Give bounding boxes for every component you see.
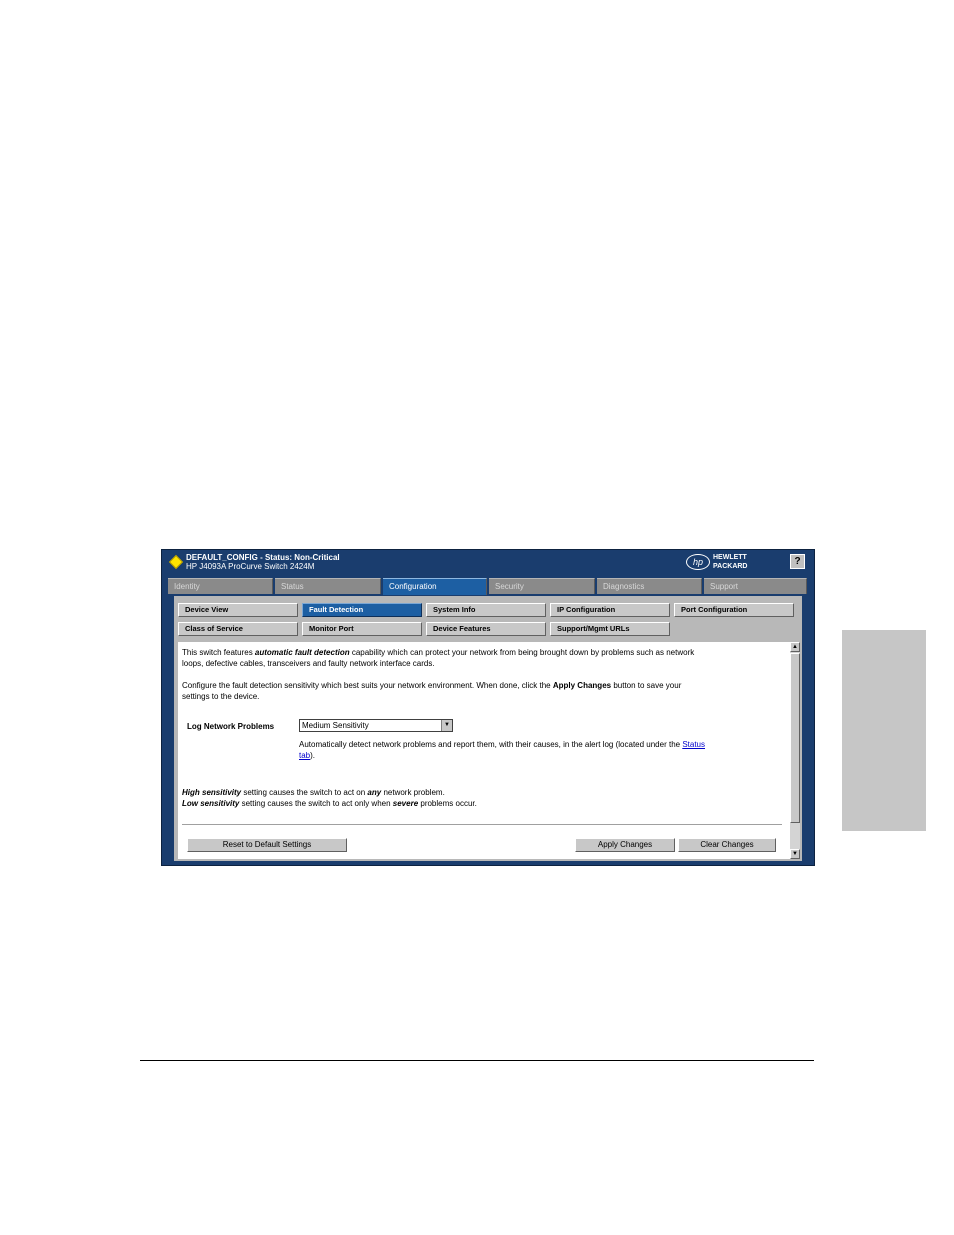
tab-configuration[interactable]: Configuration — [383, 578, 487, 595]
sensitivity-select[interactable]: Medium Sensitivity ▼ — [299, 719, 453, 732]
scrollbar-thumb[interactable] — [790, 653, 800, 823]
device-model-line: HP J4093A ProCurve Switch 2424M — [186, 562, 315, 571]
subtab-monitor-port[interactable]: Monitor Port — [302, 622, 422, 636]
tab-identity[interactable]: Identity — [168, 578, 273, 594]
help-text-start: Automatically detect network problems an… — [299, 740, 683, 749]
status-tab-link[interactable]: tab — [299, 751, 310, 760]
tab-security[interactable]: Security — [489, 578, 595, 594]
status-diamond-icon — [168, 554, 184, 570]
low-sensitivity-end: problems occur. — [418, 799, 477, 808]
page-side-tab — [842, 630, 926, 831]
subtab-device-features[interactable]: Device Features — [426, 622, 546, 636]
tab-diagnostics[interactable]: Diagnostics — [597, 578, 702, 594]
config-emphasis: Apply Changes — [552, 681, 612, 690]
clear-changes-button[interactable]: Clear Changes — [678, 838, 776, 852]
header-bar: DEFAULT_CONFIG - Status: Non-Critical HP… — [162, 550, 814, 578]
help-button[interactable]: ? — [790, 554, 805, 569]
scroll-up-arrow-icon[interactable]: ▲ — [790, 642, 800, 652]
brand-text: HEWLETT PACKARD — [713, 553, 747, 571]
intro-text-start: This switch features — [182, 648, 255, 657]
high-sensitivity-end: network problem. — [381, 788, 445, 797]
brand-line-1: HEWLETT — [713, 554, 747, 561]
intro-emphasis: automatic fault detection — [254, 648, 350, 657]
subtab-fault-detection[interactable]: Fault Detection — [302, 603, 422, 617]
subtab-system-info[interactable]: System Info — [426, 603, 546, 617]
log-network-problems-label: Log Network Problems — [187, 722, 275, 731]
status-link[interactable]: Status — [682, 740, 705, 749]
intro-text-line2: loops, defective cables, transceivers an… — [182, 659, 435, 668]
main-tabs: Identity Status Configuration Security D… — [168, 578, 814, 595]
reset-defaults-button[interactable]: Reset to Default Settings — [187, 838, 347, 852]
high-sensitivity-text: setting causes the switch to act on — [241, 788, 368, 797]
high-sensitivity-term: High sensitivity — [182, 788, 242, 797]
high-any-emphasis: any — [367, 788, 382, 797]
configuration-panel: Device View Fault Detection System Info … — [174, 596, 802, 861]
hp-logo-icon: hp — [686, 554, 710, 570]
config-paragraph: Configure the fault detection sensitivit… — [182, 680, 782, 702]
apply-changes-button[interactable]: Apply Changes — [575, 838, 675, 852]
config-text-end: button to save your — [611, 681, 682, 690]
dropdown-arrow-icon[interactable]: ▼ — [441, 720, 452, 731]
scroll-down-arrow-icon[interactable]: ▼ — [790, 849, 800, 859]
switch-web-ui-window: DEFAULT_CONFIG - Status: Non-Critical HP… — [161, 549, 815, 866]
config-text-line2: settings to the device. — [182, 692, 260, 701]
low-sensitivity-text: setting causes the switch to act only wh… — [239, 799, 393, 808]
status-line: DEFAULT_CONFIG - Status: Non-Critical — [186, 553, 340, 562]
vertical-scrollbar[interactable]: ▲ ▼ — [790, 642, 800, 859]
subtab-ip-configuration[interactable]: IP Configuration — [550, 603, 670, 617]
sensitivity-help-text: Automatically detect network problems an… — [299, 739, 779, 761]
tab-status[interactable]: Status — [275, 578, 381, 594]
subtab-support-mgmt-urls[interactable]: Support/Mgmt URLs — [550, 622, 670, 636]
subtab-device-view[interactable]: Device View — [178, 603, 298, 617]
page-footer-rule — [140, 1060, 814, 1061]
sensitivity-notes: High sensitivity setting causes the swit… — [182, 787, 782, 809]
subtab-port-configuration[interactable]: Port Configuration — [674, 603, 794, 617]
subtab-class-of-service[interactable]: Class of Service — [178, 622, 298, 636]
fault-detection-content: This switch features automatic fault det… — [178, 642, 790, 859]
low-severe-emphasis: severe — [392, 799, 419, 808]
low-sensitivity-term: Low sensitivity — [182, 799, 240, 808]
tab-support[interactable]: Support — [704, 578, 807, 594]
help-text-end: ). — [310, 751, 316, 760]
config-text-start: Configure the fault detection sensitivit… — [182, 681, 553, 690]
intro-text-end: capability which can protect your networ… — [349, 648, 695, 657]
intro-paragraph: This switch features automatic fault det… — [182, 647, 782, 669]
divider — [182, 824, 782, 826]
sensitivity-select-value: Medium Sensitivity — [302, 721, 369, 730]
brand-line-2: PACKARD — [713, 563, 748, 570]
